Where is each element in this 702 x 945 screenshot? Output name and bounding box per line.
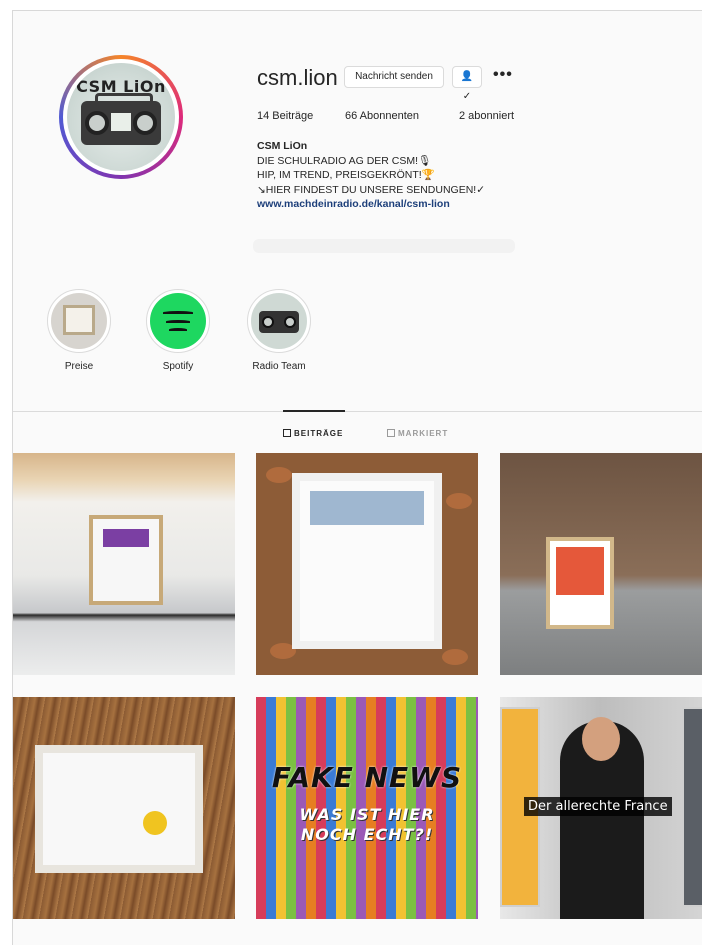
boombox-icon — [251, 293, 307, 349]
highlight-label: Spotify — [162, 361, 194, 372]
bio-line: HIP, IM TREND, PREISGEKRÖNT!🏆 — [257, 169, 435, 181]
post-subtitle-line: WAS IST HIER — [299, 805, 435, 824]
post-tile[interactable] — [500, 453, 702, 675]
leaf-decoration — [266, 467, 292, 483]
post-subtitle: WAS IST HIER NOCH ECHT?! — [256, 805, 478, 845]
profile-avatar[interactable]: CSM LiOn — [59, 55, 183, 179]
post-tile[interactable]: Der allerechte France — [500, 697, 702, 919]
leaf-decoration — [442, 649, 468, 665]
post-subtitle-line: NOCH ECHT?! — [300, 825, 434, 844]
profile-page: CSM LiOn csm.lion Nachricht senden 👤✓ ••… — [12, 10, 702, 945]
bio-link[interactable]: www.machdeinradio.de/kanal/csm-lion — [257, 197, 557, 212]
post-tile[interactable] — [13, 697, 235, 919]
tab-divider — [13, 411, 702, 412]
tab-posts[interactable]: BEITRÄGE — [283, 429, 343, 438]
person-face — [582, 717, 620, 761]
bio-line: DIE SCHULRADIO AG DER CSM!🎙 — [257, 154, 432, 167]
avatar-image: CSM LiOn — [67, 63, 175, 171]
certificate-frame-image — [35, 745, 203, 873]
following-count[interactable]: 2 abonniert — [459, 110, 514, 122]
leaf-decoration — [446, 493, 472, 509]
post-tile[interactable]: FAKE NEWS WAS IST HIER NOCH ECHT?! — [256, 697, 478, 919]
blurred-text — [253, 239, 515, 253]
person-check-icon: 👤✓ — [460, 71, 474, 102]
post-headline: FAKE NEWS — [271, 761, 463, 794]
bio-line: ↘HIER FINDEST DU UNSERE SENDUNGEN!✓ — [257, 183, 486, 196]
highlight-preise[interactable]: Preise — [44, 289, 114, 372]
avatar-ring-gap: CSM LiOn — [63, 59, 179, 175]
highlight-label: Radio Team — [252, 361, 306, 372]
tab-tagged-label: MARKIERT — [398, 429, 449, 438]
tag-icon — [387, 429, 395, 437]
profile-bio: CSM LiOn DIE SCHULRADIO AG DER CSM!🎙 HIP… — [257, 139, 557, 212]
post-tile[interactable] — [13, 453, 235, 675]
grid-icon — [283, 429, 291, 437]
certificate-frame-image — [546, 537, 614, 629]
posts-count: 14 Beiträge — [257, 110, 314, 122]
spotify-icon — [150, 293, 206, 349]
tab-tagged[interactable]: MARKIERT — [387, 429, 448, 438]
following-button[interactable]: 👤✓ — [452, 66, 482, 102]
post-tile[interactable] — [256, 453, 478, 675]
locker-image — [682, 707, 702, 907]
highlight-radio-team[interactable]: Radio Team — [244, 289, 314, 372]
tab-posts-label: BEITRÄGE — [294, 429, 344, 438]
post-caption: Der allerechte France — [524, 797, 672, 816]
bio-name: CSM LiOn — [257, 140, 308, 152]
highlight-spotify[interactable]: Spotify — [143, 289, 213, 372]
certificate-frame-image — [89, 515, 163, 605]
certificate-frame-image — [292, 473, 442, 649]
more-options-button[interactable]: ••• — [493, 66, 513, 84]
award-frame-icon — [51, 293, 107, 349]
profile-username: csm.lion — [257, 65, 338, 90]
boombox-icon — [81, 93, 161, 145]
active-tab-indicator — [283, 410, 345, 412]
highlight-label: Preise — [64, 361, 94, 372]
followers-count[interactable]: 66 Abonnenten — [345, 110, 419, 122]
message-button[interactable]: Nachricht senden — [344, 66, 444, 88]
